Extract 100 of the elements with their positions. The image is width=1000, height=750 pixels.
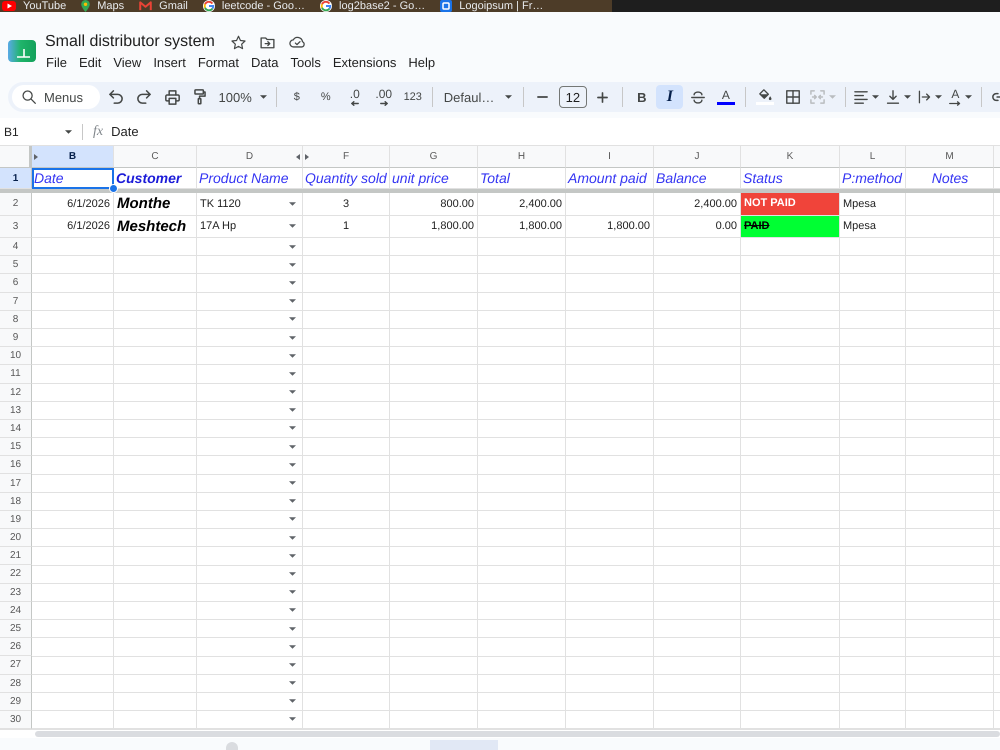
menu-item[interactable]: View xyxy=(107,53,148,72)
dropdown-caret-icon[interactable] xyxy=(289,426,296,430)
row-number[interactable]: 23 xyxy=(0,584,32,602)
column-header[interactable]: K xyxy=(741,146,840,168)
dropdown-caret-icon[interactable] xyxy=(289,536,296,540)
column-header[interactable]: L xyxy=(840,146,906,168)
row-number[interactable]: 10 xyxy=(0,347,32,366)
dropdown-caret-icon[interactable] xyxy=(289,626,296,631)
italic-button[interactable]: I xyxy=(656,85,684,109)
folder-arrow-icon[interactable] xyxy=(260,36,275,48)
percent-format-button[interactable]: % xyxy=(312,85,340,109)
menu-item[interactable]: Extensions xyxy=(326,53,402,72)
column-header[interactable]: B xyxy=(32,146,114,168)
dropdown-caret-icon[interactable] xyxy=(289,554,296,558)
dropdown-caret-icon[interactable] xyxy=(289,572,296,576)
increase-decimals-button[interactable]: .00 xyxy=(370,85,398,109)
menu-item[interactable]: Edit xyxy=(72,53,108,72)
row-number[interactable]: 5 xyxy=(0,256,32,274)
bold-button[interactable]: B xyxy=(628,85,656,109)
fill-handle[interactable] xyxy=(109,184,118,193)
bookmark-link[interactable]: Gmail xyxy=(139,0,188,12)
row-number[interactable]: 9 xyxy=(0,328,32,348)
dropdown-caret-icon[interactable] xyxy=(289,717,296,722)
dropdown-caret-icon[interactable] xyxy=(289,336,296,340)
row-number[interactable]: 20 xyxy=(0,529,32,548)
row-number[interactable]: 24 xyxy=(0,602,32,620)
star-icon[interactable] xyxy=(230,34,246,50)
menu-item[interactable]: Format xyxy=(192,53,245,72)
column-header[interactable]: C xyxy=(114,146,197,168)
row-number[interactable]: 18 xyxy=(0,492,32,511)
search-input[interactable]: Menus xyxy=(44,90,94,104)
dropdown-caret-icon[interactable] xyxy=(289,462,296,467)
menu-item[interactable]: Insert xyxy=(147,53,192,72)
spreadsheet-logo-icon[interactable] xyxy=(8,40,36,62)
row-number[interactable]: 13 xyxy=(0,402,32,420)
bookmark-link[interactable]: YouTube xyxy=(2,0,66,12)
row-number[interactable]: 29 xyxy=(0,692,32,711)
bookmark-link[interactable]: leetcode - Goo… xyxy=(202,0,306,12)
bookmark-link[interactable]: log2base2 - Go… xyxy=(320,0,426,12)
dropdown-caret-icon[interactable] xyxy=(289,444,296,449)
column-header[interactable]: F xyxy=(303,146,390,168)
horizontal-scrollbar[interactable] xyxy=(0,729,1000,738)
row-number[interactable]: 30 xyxy=(0,710,32,730)
bookmark-link[interactable]: Maps xyxy=(81,0,124,12)
dropdown-caret-icon[interactable] xyxy=(289,372,296,376)
row-number[interactable]: 19 xyxy=(0,510,32,529)
row-number[interactable]: 8 xyxy=(0,310,32,329)
decrease-decimals-button[interactable]: .0 xyxy=(340,85,369,109)
dropdown-caret-icon[interactable] xyxy=(289,299,296,304)
dropdown-caret-icon[interactable] xyxy=(289,481,296,486)
column-header[interactable]: D xyxy=(197,146,303,168)
row-number[interactable]: 2 xyxy=(0,193,32,216)
dropdown-caret-icon[interactable] xyxy=(289,608,296,612)
row-number[interactable]: 27 xyxy=(0,656,32,674)
bookmark-link[interactable]: Logoipsum | Fr… xyxy=(440,0,544,12)
dropdown-caret-icon[interactable] xyxy=(289,499,296,504)
dropdown-caret-icon[interactable] xyxy=(289,317,296,322)
row-number[interactable]: 26 xyxy=(0,638,32,656)
dropdown-caret-icon[interactable] xyxy=(289,408,296,412)
dropdown-caret-icon[interactable] xyxy=(289,354,296,358)
column-header[interactable]: J xyxy=(654,146,741,168)
dropdown-caret-icon[interactable] xyxy=(289,681,296,686)
row-number[interactable]: 21 xyxy=(0,547,32,566)
name-box[interactable]: B1 xyxy=(0,118,82,145)
column-header[interactable]: M xyxy=(906,146,994,168)
menu-item[interactable]: Tools xyxy=(284,53,327,72)
row-number[interactable]: 11 xyxy=(0,365,32,384)
selected-cell[interactable]: Date xyxy=(32,168,114,189)
dropdown-caret-icon[interactable] xyxy=(289,644,296,649)
search-box[interactable]: Menus xyxy=(12,85,100,109)
column-header[interactable]: H xyxy=(478,146,566,168)
right-triangle-icon[interactable] xyxy=(34,154,38,160)
row-number[interactable]: 17 xyxy=(0,474,32,493)
dropdown-caret-icon[interactable] xyxy=(289,280,296,285)
left-triangle-icon[interactable] xyxy=(296,154,300,160)
row-number[interactable]: 28 xyxy=(0,674,32,693)
row-number[interactable]: 1 xyxy=(0,168,32,189)
document-title[interactable]: Small distributor system xyxy=(45,33,215,51)
column-header[interactable]: I xyxy=(566,146,654,168)
number-format-button[interactable]: 123 xyxy=(398,85,427,109)
menu-item[interactable]: File xyxy=(40,53,73,72)
row-number[interactable]: 25 xyxy=(0,620,32,638)
formula-field[interactable]: Date xyxy=(111,118,1000,145)
menu-item[interactable]: Data xyxy=(245,53,284,72)
row-number[interactable]: 3 xyxy=(0,216,32,238)
dropdown-caret-icon[interactable] xyxy=(289,390,296,394)
zoom-dropdown[interactable]: 100% xyxy=(214,85,271,109)
menu-item[interactable]: Help xyxy=(402,53,442,72)
row-number[interactable]: 22 xyxy=(0,565,32,584)
row-number[interactable]: 14 xyxy=(0,420,32,438)
currency-format-button[interactable]: $ xyxy=(282,85,311,109)
row-number[interactable]: 6 xyxy=(0,274,32,293)
dropdown-caret-icon[interactable] xyxy=(289,262,296,267)
dropdown-caret-icon[interactable] xyxy=(289,244,296,249)
font-dropdown[interactable]: Defaul… xyxy=(438,85,518,109)
column-header[interactable]: G xyxy=(390,146,478,168)
dropdown-caret-icon[interactable] xyxy=(289,662,296,667)
scrollbar-thumb[interactable] xyxy=(35,731,1000,738)
dropdown-caret-icon[interactable] xyxy=(289,517,296,522)
font-size-field[interactable]: 12 xyxy=(558,86,587,108)
